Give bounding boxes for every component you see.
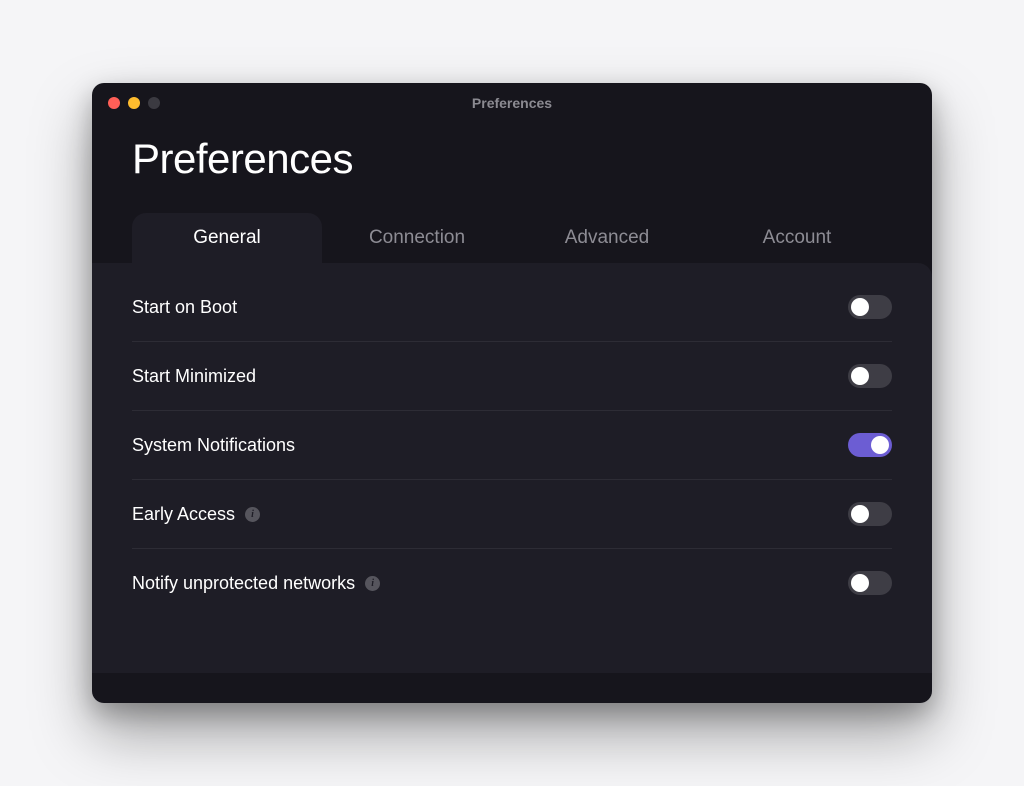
setting-start-minimized: Start Minimized [132, 342, 892, 411]
toggle-knob [851, 505, 869, 523]
setting-label: Early Access [132, 504, 235, 525]
minimize-button[interactable] [128, 97, 140, 109]
setting-notify-unprotected: Notify unprotected networks i [132, 549, 892, 617]
toggle-knob [851, 367, 869, 385]
tab-general[interactable]: General [132, 213, 322, 263]
toggle-early-access[interactable] [848, 502, 892, 526]
toggle-knob [851, 298, 869, 316]
tab-advanced[interactable]: Advanced [512, 213, 702, 263]
setting-label: Start Minimized [132, 366, 256, 387]
toggle-notify-unprotected[interactable] [848, 571, 892, 595]
preferences-window: Preferences Preferences General Connecti… [92, 83, 932, 703]
content-area: Preferences General Connection Advanced … [92, 123, 932, 703]
toggle-start-minimized[interactable] [848, 364, 892, 388]
settings-panel: Start on Boot Start Minimized System Not… [92, 263, 932, 673]
window-title: Preferences [92, 95, 932, 111]
setting-label: System Notifications [132, 435, 295, 456]
setting-label: Notify unprotected networks [132, 573, 355, 594]
tabs: General Connection Advanced Account [92, 213, 932, 263]
maximize-button[interactable] [148, 97, 160, 109]
close-button[interactable] [108, 97, 120, 109]
setting-system-notifications: System Notifications [132, 411, 892, 480]
tab-connection[interactable]: Connection [322, 213, 512, 263]
toggle-start-on-boot[interactable] [848, 295, 892, 319]
toggle-system-notifications[interactable] [848, 433, 892, 457]
setting-label: Start on Boot [132, 297, 237, 318]
info-icon[interactable]: i [245, 507, 260, 522]
page-title: Preferences [132, 135, 892, 183]
tab-account[interactable]: Account [702, 213, 892, 263]
setting-early-access: Early Access i [132, 480, 892, 549]
info-icon[interactable]: i [365, 576, 380, 591]
toggle-knob [851, 574, 869, 592]
titlebar: Preferences [92, 83, 932, 123]
setting-start-on-boot: Start on Boot [132, 273, 892, 342]
window-controls [92, 97, 160, 109]
toggle-knob [871, 436, 889, 454]
